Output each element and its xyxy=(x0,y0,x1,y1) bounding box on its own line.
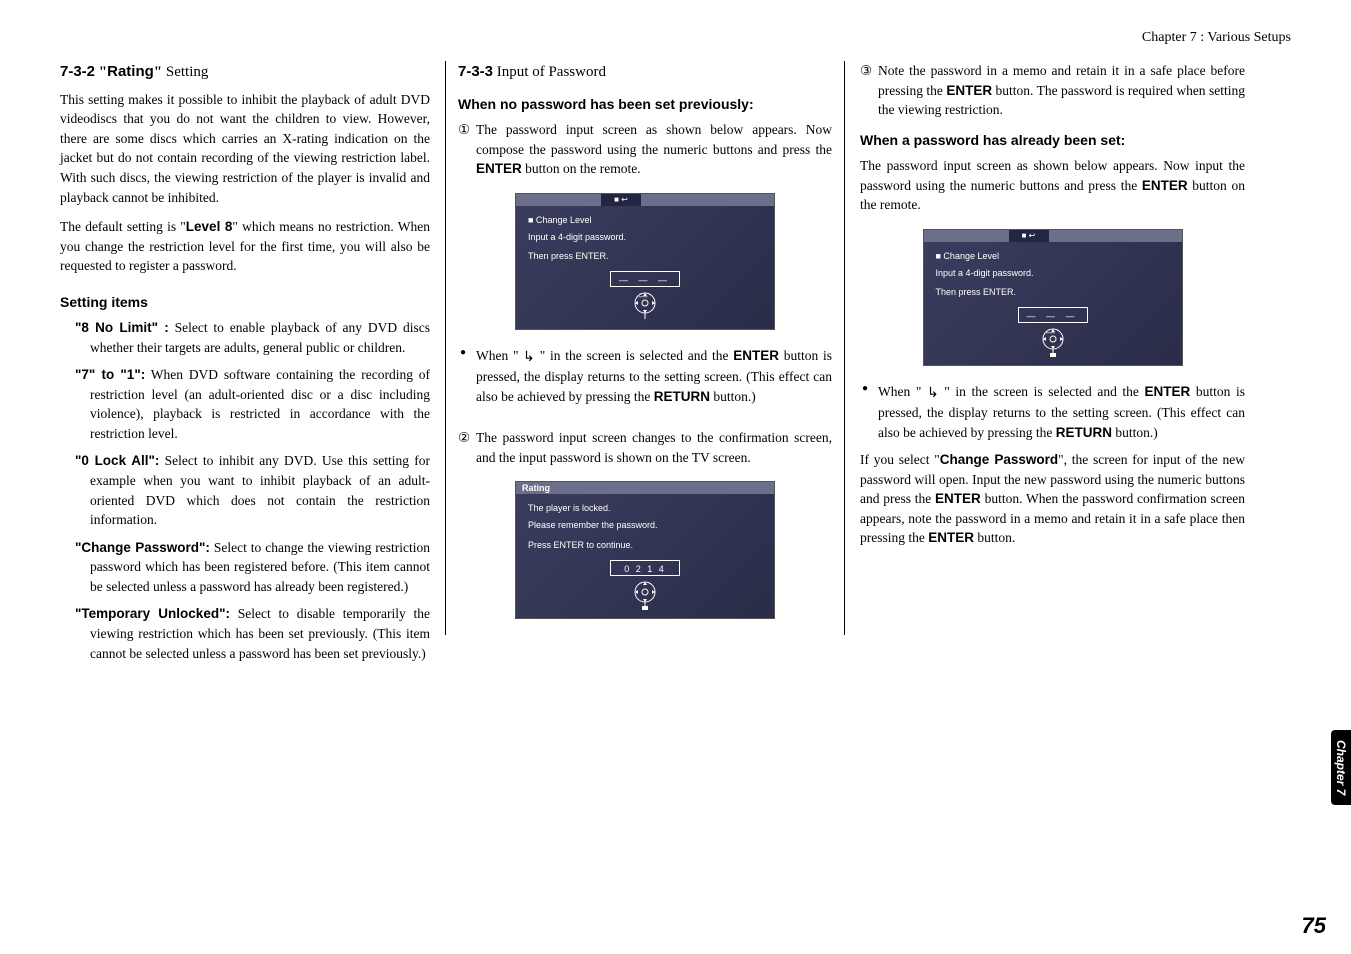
section-num: 7-3-2 xyxy=(60,63,95,80)
bold-text: ENTER xyxy=(928,530,974,545)
paragraph: If you select "Change Password", the scr… xyxy=(860,450,1245,548)
column-3: Note the password in a memo and retain i… xyxy=(845,61,1245,558)
nav-dial-icon xyxy=(633,291,657,315)
column-1: 7-3-2 "Rating" Setting This setting make… xyxy=(60,61,445,671)
item-label: "8 No Limit" : xyxy=(75,320,169,335)
osd-screen-locked: Rating The player is locked. Please reme… xyxy=(515,481,775,618)
setting-item: "8 No Limit" : Select to enable playback… xyxy=(60,318,430,357)
text: When " xyxy=(878,384,927,399)
quote-close: " xyxy=(154,64,162,80)
text: The password input screen changes to the… xyxy=(476,430,832,465)
osd-line: Then press ENTER. xyxy=(936,286,1170,299)
text: The password input screen as shown below… xyxy=(476,122,832,157)
numbered-item-2: The password input screen changes to the… xyxy=(458,428,832,467)
bold-text: ENTER xyxy=(935,491,981,506)
osd-line: Then press ENTER. xyxy=(528,250,762,263)
osd-tab: ■ ↩ xyxy=(601,194,641,206)
osd-line: The player is locked. xyxy=(528,502,762,515)
osd-line: ■ Change Level xyxy=(528,214,762,227)
text: button.) xyxy=(710,389,756,404)
item-label: "0 Lock All": xyxy=(75,453,159,468)
quote-open: " xyxy=(99,64,107,80)
bullet-item: When " ↲ " in the screen is selected and… xyxy=(458,346,832,406)
osd-input-field: — — — — xyxy=(610,271,680,287)
bold-text: RETURN xyxy=(654,389,710,404)
osd-input-field: — — — — xyxy=(1018,307,1088,323)
text: " in the screen is selected and the xyxy=(939,384,1145,399)
bold-text: ENTER xyxy=(476,161,522,176)
osd-title: Rating xyxy=(522,482,550,494)
text: If you select " xyxy=(860,452,940,467)
setting-item: "7" to "1": When DVD software containing… xyxy=(60,365,430,443)
bold-text: ENTER xyxy=(1142,178,1188,193)
numbered-item-3: Note the password in a memo and retain i… xyxy=(860,61,1245,120)
chapter-side-tab: Chapter 7 xyxy=(1331,730,1351,805)
text: button on the remote. xyxy=(522,161,641,176)
setting-item: "0 Lock All": Select to inhibit any DVD.… xyxy=(60,451,430,529)
setting-items-heading: Setting items xyxy=(60,292,430,312)
paragraph: The password input screen as shown below… xyxy=(860,156,1245,215)
setting-item: "Change Password": Select to change the … xyxy=(60,538,430,597)
osd-screen-password-input: ■ ↩ ■ Change Level Input a 4-digit passw… xyxy=(515,193,775,330)
text: button. xyxy=(974,530,1015,545)
bullet-item: When " ↲ " in the screen is selected and… xyxy=(860,382,1245,442)
text: button.) xyxy=(1112,425,1158,440)
osd-body: ■ Change Level Input a 4-digit password.… xyxy=(924,242,1182,365)
nav-dial-icon xyxy=(633,580,657,604)
osd-header: ■ ↩ xyxy=(924,230,1182,242)
osd-body: The player is locked. Please remember th… xyxy=(516,494,774,617)
bold-text: ENTER xyxy=(1145,384,1191,399)
text: " in the screen is selected and the xyxy=(535,348,733,363)
bold-text: Level 8 xyxy=(186,219,233,234)
section-title-password: 7-3-3 Input of Password xyxy=(458,61,832,84)
numbered-item-1: The password input screen as shown below… xyxy=(458,120,832,179)
osd-line: ■ Change Level xyxy=(936,250,1170,263)
osd-line: Please remember the password. xyxy=(528,519,762,532)
item-label: "Change Password": xyxy=(75,540,210,555)
section-suffix: Setting xyxy=(162,64,208,80)
osd-line: Input a 4-digit password. xyxy=(936,267,1170,280)
setting-item: "Temporary Unlocked": Select to disable … xyxy=(60,604,430,663)
text: The default setting is " xyxy=(60,219,186,234)
subheading: When a password has already been set: xyxy=(860,130,1245,150)
subheading: When no password has been set previously… xyxy=(458,94,832,114)
osd-input-field: 0 2 1 4 xyxy=(610,560,680,576)
osd-header: Rating xyxy=(516,482,774,494)
page-number: 75 xyxy=(1302,913,1326,939)
chapter-header: Chapter 7 : Various Setups xyxy=(60,30,1311,46)
item-label: "7" to "1": xyxy=(75,367,145,382)
text: When " xyxy=(476,348,523,363)
paragraph: The default setting is "Level 8" which m… xyxy=(60,217,430,276)
content-columns: 7-3-2 "Rating" Setting This setting make… xyxy=(60,61,1311,671)
bold-text: Change Password xyxy=(940,452,1058,467)
osd-header: ■ ↩ xyxy=(516,194,774,206)
return-arrow-icon: ↲ xyxy=(927,384,939,404)
nav-dial-icon xyxy=(1041,327,1065,351)
column-2: 7-3-3 Input of Password When no password… xyxy=(445,61,845,635)
osd-line: Press ENTER to continue. xyxy=(528,539,762,552)
osd-tab: ■ ↩ xyxy=(1009,230,1049,242)
osd-body: ■ Change Level Input a 4-digit password.… xyxy=(516,206,774,329)
return-arrow-icon: ↲ xyxy=(523,348,535,368)
osd-screen-password-input: ■ ↩ ■ Change Level Input a 4-digit passw… xyxy=(923,229,1183,366)
osd-line: Input a 4-digit password. xyxy=(528,231,762,244)
section-suffix: Input of Password xyxy=(493,64,606,80)
item-label: "Temporary Unlocked": xyxy=(75,606,230,621)
bold-text: RETURN xyxy=(1056,425,1112,440)
bold-text: ENTER xyxy=(946,83,992,98)
bold-text: ENTER xyxy=(733,348,779,363)
section-title-rating: 7-3-2 "Rating" Setting xyxy=(60,61,430,84)
section-quoted: Rating xyxy=(107,63,154,80)
paragraph: This setting makes it possible to inhibi… xyxy=(60,90,430,207)
section-num: 7-3-3 xyxy=(458,63,493,80)
